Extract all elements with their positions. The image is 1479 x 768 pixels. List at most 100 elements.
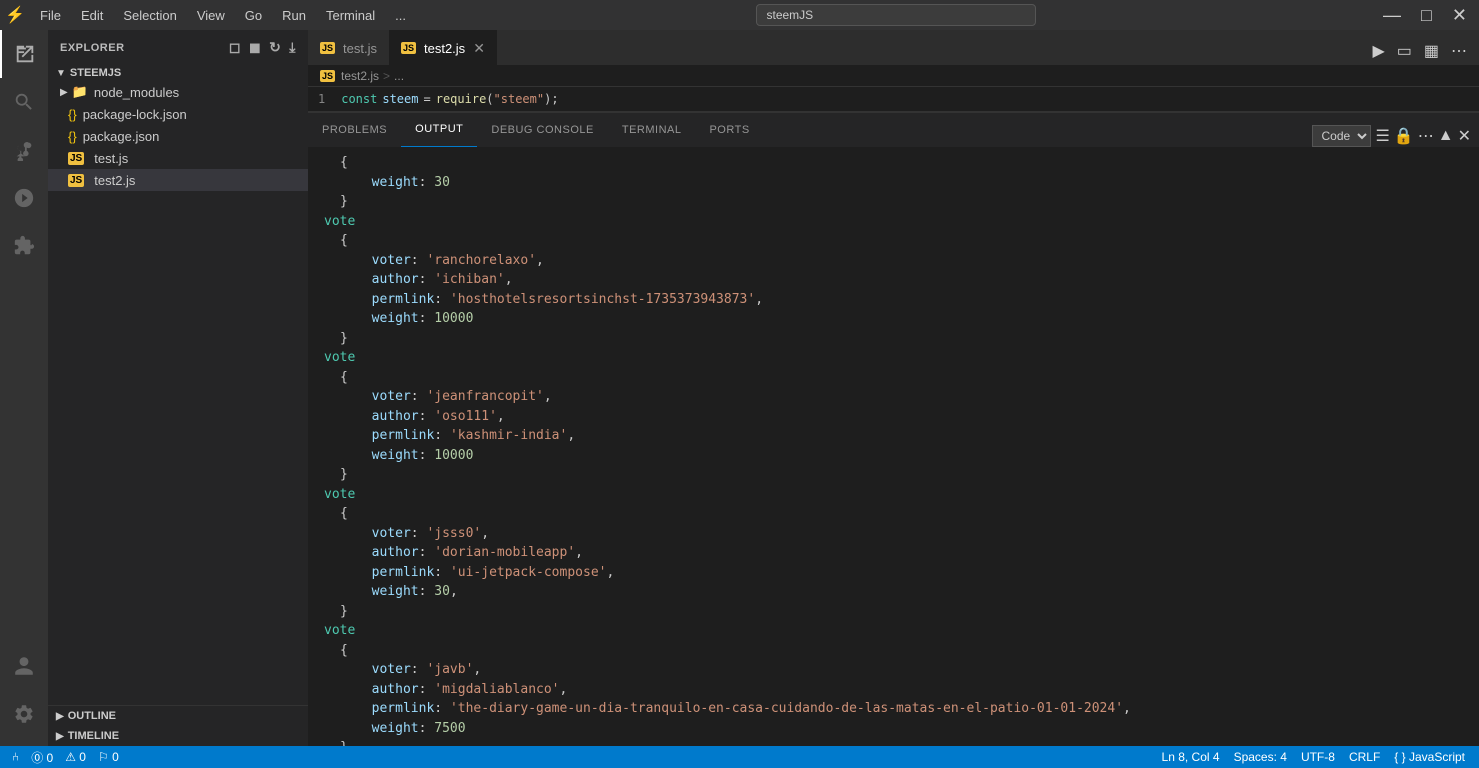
project-section[interactable]: ▼ STEEMJS [48,65,308,81]
status-left: ⑃ ⓪ 0 ⚠ 0 ⚐ 0 [0,749,131,766]
language-mode[interactable]: { } JavaScript [1388,750,1471,764]
layout-icon[interactable]: ▦ [1420,37,1443,65]
sidebar: EXPLORER ◻ ◼ ↻ ⤓ ▼ STEEMJS ▶ 📁 node_modu… [48,30,308,746]
activity-explorer[interactable] [0,30,48,78]
breadcrumb-sep: > [383,69,390,83]
code-var: steem [382,92,418,106]
tab-ports[interactable]: PORTS [695,112,763,147]
output-line: permlink: 'ui-jetpack-compose', [324,563,1463,583]
test2-js-file[interactable]: JS test2.js [48,169,308,191]
split-icon[interactable]: ▭ [1393,37,1416,65]
panel-lock-icon[interactable]: 🔒 [1394,126,1414,146]
outline-section[interactable]: ▶ OUTLINE [48,706,308,726]
menu-run[interactable]: Run [272,0,316,30]
activity-settings[interactable] [0,690,48,738]
new-folder-icon[interactable]: ◼ [249,39,261,56]
output-line: { [324,231,1463,251]
output-line: voter: 'jsss0', [324,524,1463,544]
code-preview: 1 const steem = require ( "steem" ); [308,87,1479,112]
cursor-position[interactable]: Ln 8, Col 4 [1156,750,1226,764]
tab-test-js[interactable]: JS test.js [308,30,389,65]
output-line: weight: 7500 [324,719,1463,739]
timeline-arrow: ▶ [56,731,64,742]
package-lock-file[interactable]: {} package-lock.json [48,103,308,125]
menu-more[interactable]: ... [385,0,416,30]
activity-account[interactable] [0,642,48,690]
activity-run-debug[interactable] [0,174,48,222]
project-name: STEEMJS [70,67,121,79]
warning-count[interactable]: ⚠ 0 [61,750,90,764]
output-source-select[interactable]: Code Git npm [1312,125,1371,147]
output-content[interactable]: { weight: 30 } vote { voter: 'ranchorela… [308,147,1479,746]
folder-arrow: ▶ [60,87,68,98]
file-label-4: test2.js [94,173,135,188]
tab-problems-label: PROBLEMS [322,124,387,136]
timeline-section[interactable]: ▶ TIMELINE [48,726,308,746]
menu-selection[interactable]: Selection [113,0,186,30]
activity-source-control[interactable] [0,126,48,174]
error-count[interactable]: ⓪ 0 [27,749,57,766]
panel-expand-icon[interactable]: ▲ [1438,127,1454,145]
code-content: const [341,92,377,106]
outline-arrow: ▶ [56,711,64,722]
panel-more-icon[interactable]: ⋯ [1418,126,1434,146]
collapse-icon[interactable]: ⤓ [289,39,296,56]
explorer-title: EXPLORER [60,42,125,54]
tab-problems[interactable]: PROBLEMS [308,112,401,147]
output-line-vote: vote [324,485,1463,505]
output-line: } [324,192,1463,212]
output-line: weight: 30 [324,173,1463,193]
menu-terminal[interactable]: Terminal [316,0,385,30]
more-actions-icon[interactable]: ⋯ [1447,37,1471,65]
tab-close-button[interactable]: ✕ [473,40,485,57]
search-area [416,4,1375,26]
tab-debug-console[interactable]: DEBUG CONSOLE [477,112,607,147]
output-line: { [324,153,1463,173]
output-line: { [324,641,1463,661]
output-line: weight: 30, [324,582,1463,602]
refresh-icon[interactable]: ↻ [269,39,281,56]
js-icon: JS [68,152,84,165]
tab-actions: ▶ ▭ ▦ ⋯ [1368,37,1479,65]
indentation[interactable]: Spaces: 4 [1228,750,1293,764]
info-count[interactable]: ⚐ 0 [94,750,123,764]
encoding[interactable]: UTF-8 [1295,750,1341,764]
file-label-2: package.json [83,129,160,144]
tab-output[interactable]: OUTPUT [401,112,477,147]
activity-extensions[interactable] [0,222,48,270]
js-icon-2: JS [68,174,84,187]
maximize-button[interactable]: □ [1413,5,1440,26]
tab-label-2: test2.js [424,41,465,56]
minimize-button[interactable]: ― [1375,5,1409,26]
output-line: } [324,602,1463,622]
breadcrumb-more[interactable]: ... [394,69,404,83]
menu-edit[interactable]: Edit [71,0,113,30]
tab-bar: JS test.js JS test2.js ✕ ▶ ▭ ▦ ⋯ [308,30,1479,65]
breadcrumb-file[interactable]: test2.js [341,69,379,83]
folder-label: node_modules [94,85,179,100]
menu-view[interactable]: View [187,0,235,30]
output-line-vote: vote [324,212,1463,232]
menu-file[interactable]: File [30,0,71,30]
panel-list-icon[interactable]: ☰ [1375,126,1389,146]
tab-test2-js[interactable]: JS test2.js ✕ [389,30,497,65]
line-ending[interactable]: CRLF [1343,750,1386,764]
package-file[interactable]: {} package.json [48,125,308,147]
output-line: weight: 10000 [324,309,1463,329]
new-file-icon[interactable]: ◻ [229,39,241,56]
node-modules-folder[interactable]: ▶ 📁 node_modules [48,81,308,103]
panel-close-icon[interactable]: ✕ [1458,126,1471,146]
test-js-file[interactable]: JS test.js [48,147,308,169]
search-input[interactable] [756,4,1036,26]
output-line-vote: vote [324,348,1463,368]
tab-js-icon-2: JS [401,42,416,54]
menu-go[interactable]: Go [235,0,272,30]
close-button[interactable]: ✕ [1444,5,1475,26]
json-icon: {} [68,107,77,122]
run-icon[interactable]: ▶ [1368,37,1388,65]
git-branch-icon[interactable]: ⑃ [8,750,23,764]
app-icon: ⚡ [0,0,30,30]
tab-ports-label: PORTS [709,124,749,136]
activity-search[interactable] [0,78,48,126]
tab-terminal[interactable]: TERMINAL [608,112,696,147]
